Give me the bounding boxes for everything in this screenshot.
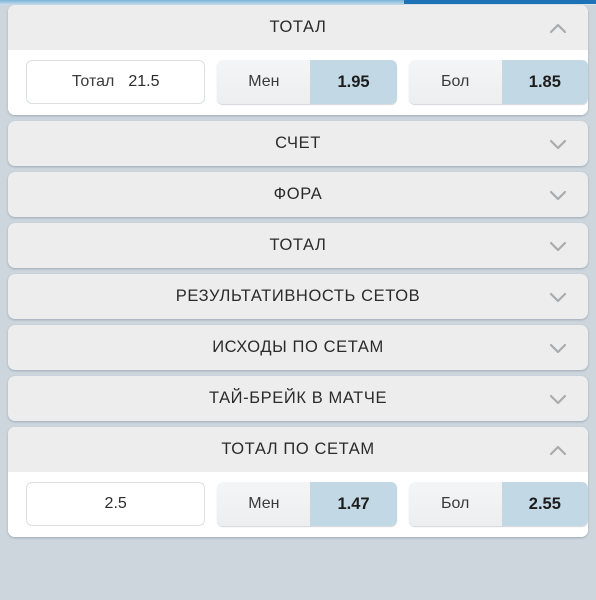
- odds-button[interactable]: Бол 1.85: [408, 60, 588, 104]
- chevron-down-icon[interactable]: [548, 236, 568, 256]
- section-header-total[interactable]: ТОТАЛ: [8, 223, 588, 268]
- section-header-handicap[interactable]: ФОРА: [8, 172, 588, 217]
- section-header-tiebreak[interactable]: ТАЙ-БРЕЙК В МАТЧЕ: [8, 376, 588, 421]
- market-line-cell[interactable]: Тотал 21.5: [26, 60, 206, 104]
- section-header-total-main[interactable]: ТОТАЛ: [8, 5, 588, 50]
- section-title: ФОРА: [273, 185, 323, 203]
- section-title: ТОТАЛ: [269, 18, 327, 36]
- odds-outcome-label: Бол: [408, 60, 502, 104]
- odds-button[interactable]: Бол 2.55: [408, 482, 588, 526]
- odds-button[interactable]: Мен 1.47: [217, 482, 397, 526]
- odds-outcome-label: Бол: [408, 482, 502, 526]
- odds-outcome-label: Мен: [217, 60, 311, 104]
- odds-button[interactable]: Мен 1.95: [217, 60, 397, 104]
- market-section-handicap: ФОРА: [8, 172, 588, 217]
- market-line-label: Тотал: [71, 73, 115, 90]
- market-section-total-main: ТОТАЛ Тотал 21.5 Мен 1.95 Бол 1.85: [8, 5, 588, 115]
- markets-scroll-container[interactable]: ТОТАЛ Тотал 21.5 Мен 1.95 Бол 1.85 СЧЕТ ФОРА ТОТА…: [0, 5, 596, 600]
- market-line-cell[interactable]: 2.5: [26, 482, 206, 526]
- section-title: ТОТАЛ ПО СЕТАМ: [221, 440, 375, 458]
- section-title: РЕЗУЛЬТАТИВНОСТЬ СЕТОВ: [175, 287, 421, 305]
- odds-price-value: 1.47: [310, 482, 397, 526]
- market-line-value: 21.5: [128, 73, 160, 90]
- section-header-score[interactable]: СЧЕТ: [8, 121, 588, 166]
- market-section-set-performance: РЕЗУЛЬТАТИВНОСТЬ СЕТОВ: [8, 274, 588, 319]
- section-title: ТАЙ-БРЕЙК В МАТЧЕ: [208, 389, 388, 407]
- section-header-set-performance[interactable]: РЕЗУЛЬТАТИВНОСТЬ СЕТОВ: [8, 274, 588, 319]
- market-section-score: СЧЕТ: [8, 121, 588, 166]
- market-row: Тотал 21.5 Мен 1.95 Бол 1.85: [8, 50, 588, 115]
- section-title: СЧЕТ: [275, 134, 321, 152]
- section-title: ТОТАЛ: [269, 236, 327, 254]
- odds-price-value: 1.95: [310, 60, 397, 104]
- section-title: ИСХОДЫ ПО СЕТАМ: [212, 338, 384, 356]
- chevron-down-icon[interactable]: [548, 338, 568, 358]
- odds-outcome-label: Мен: [217, 482, 311, 526]
- market-line-value: 2.5: [104, 495, 127, 512]
- market-section-set-outcomes: ИСХОДЫ ПО СЕТАМ: [8, 325, 588, 370]
- markets-list: ТОТАЛ Тотал 21.5 Мен 1.95 Бол 1.85 СЧЕТ ФОРА ТОТА…: [0, 5, 596, 537]
- market-row: 2.5 Мен 1.47 Бол 2.55: [8, 472, 588, 537]
- chevron-up-icon[interactable]: [548, 440, 568, 460]
- market-section-total: ТОТАЛ: [8, 223, 588, 268]
- chevron-down-icon[interactable]: [548, 389, 568, 409]
- chevron-up-icon[interactable]: [548, 18, 568, 38]
- section-header-set-outcomes[interactable]: ИСХОДЫ ПО СЕТАМ: [8, 325, 588, 370]
- market-section-total-by-sets: ТОТАЛ ПО СЕТАМ 2.5 Мен 1.47 Бол 2.55: [8, 427, 588, 537]
- chevron-down-icon[interactable]: [548, 287, 568, 307]
- odds-price-value: 1.85: [501, 60, 588, 104]
- market-section-tiebreak: ТАЙ-БРЕЙК В МАТЧЕ: [8, 376, 588, 421]
- chevron-down-icon[interactable]: [548, 134, 568, 154]
- odds-price-value: 2.55: [501, 482, 588, 526]
- section-header-total-by-sets[interactable]: ТОТАЛ ПО СЕТАМ: [8, 427, 588, 472]
- chevron-down-icon[interactable]: [548, 185, 568, 205]
